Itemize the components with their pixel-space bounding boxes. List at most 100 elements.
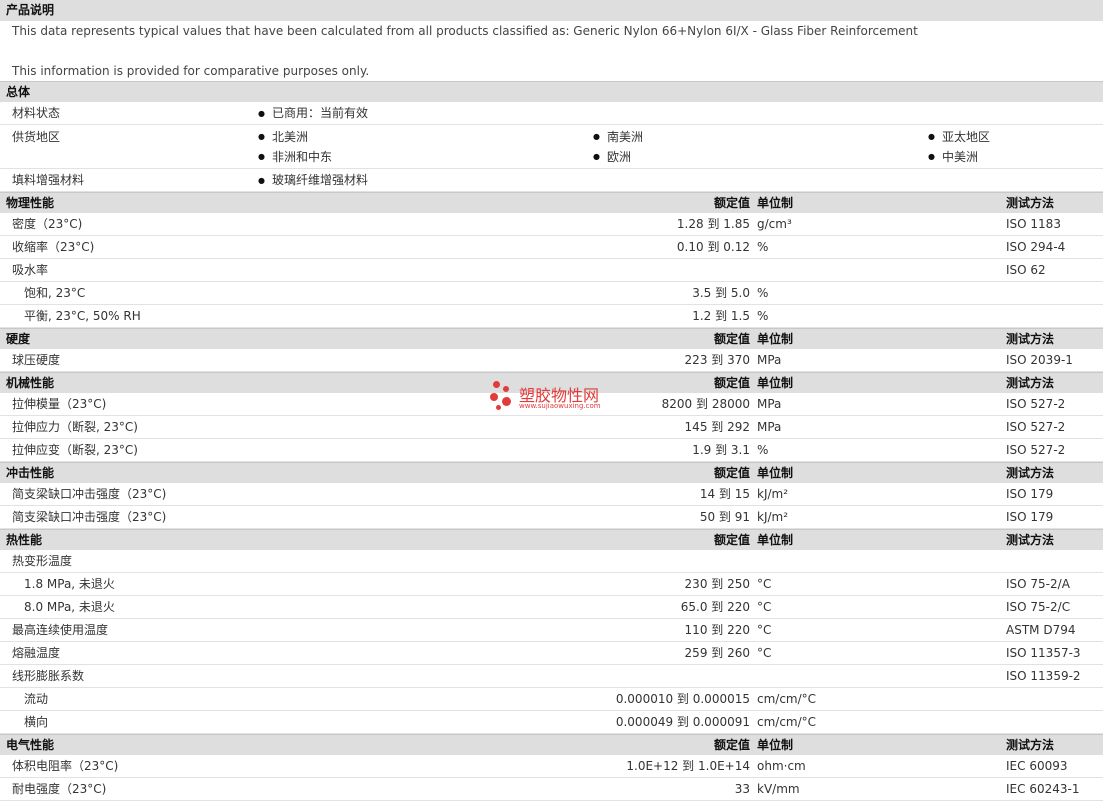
unit-column-header: 单位制	[757, 533, 794, 547]
property-label: 简支梁缺口冲击强度（23°C)	[12, 510, 167, 524]
property-label: 吸水率	[12, 263, 49, 277]
nominal-column-header: 额定值	[713, 738, 750, 752]
test-method: IEC 60243-1	[1006, 782, 1080, 796]
material-status-label: 材料状态	[12, 106, 61, 120]
unit-value: kJ/m²	[757, 510, 789, 524]
nominal-column-header: 额定值	[713, 533, 750, 547]
unit-value: kJ/m²	[757, 487, 789, 501]
property-label: 线形膨胀系数	[12, 669, 85, 683]
property-row: 1.8 MPa, 未退火 230 到 250 °C ISO 75-2/A	[0, 573, 1103, 596]
test-method: ISO 11357-3	[1006, 646, 1081, 660]
nominal-value: 33	[734, 782, 750, 796]
nominal-value: 3.5 到 5.0	[692, 286, 750, 300]
section-header: 热性能 额定值 单位制 测试方法	[0, 529, 1103, 550]
unit-value: %	[757, 443, 769, 457]
unit-value: ohm·cm	[757, 759, 806, 773]
material-status-value: 已商用：当前有效	[258, 102, 368, 125]
unit-value: %	[757, 240, 769, 254]
property-row: 体积电阻率（23°C) 1.0E+12 到 1.0E+14 ohm·cm IEC 60…	[0, 755, 1103, 778]
property-sections: 物理性能 额定值 单位制 测试方法 密度（23°C) 1.28 到 1.85 g/cm³ IS…	[0, 192, 1103, 801]
section-header: 硬度 额定值 单位制 测试方法	[0, 328, 1103, 349]
property-row: 流动 0.000010 到 0.000015 cm/cm/°C	[0, 688, 1103, 711]
test-method: ISO 527-2	[1006, 443, 1066, 457]
test-method: ASTM D794	[1006, 623, 1076, 637]
unit-value: MPa	[757, 420, 782, 434]
nominal-value: 0.000010 到 0.000015	[615, 692, 750, 706]
nominal-value: 1.2 到 1.5	[692, 309, 750, 323]
test-method: ISO 75-2/A	[1006, 577, 1070, 591]
unit-value: cm/cm/°C	[757, 692, 817, 706]
unit-column-header: 单位制	[757, 332, 794, 346]
property-label: 拉伸应变（断裂, 23°C)	[12, 443, 138, 457]
test-method: ISO 179	[1006, 487, 1054, 501]
method-column-header: 测试方法	[1006, 376, 1055, 390]
property-row: 熔融温度 259 到 260 °C ISO 11357-3	[0, 642, 1103, 665]
unit-value: %	[757, 286, 769, 300]
region-item: 欧洲	[593, 147, 631, 167]
unit-value: °C	[757, 646, 772, 660]
section-title: 机械性能	[6, 376, 55, 390]
property-row: 耐电强度（23°C) 33 kV/mm IEC 60243-1	[0, 778, 1103, 801]
unit-column-header: 单位制	[757, 738, 794, 752]
property-label: 熔融温度	[12, 646, 61, 660]
region-item: 非洲和中东	[258, 147, 332, 167]
nominal-value: 230 到 250	[684, 577, 750, 591]
property-label: 拉伸模量（23°C)	[12, 397, 107, 411]
filler-label: 填料增强材料	[12, 173, 85, 187]
property-row: 平衡, 23°C, 50% RH 1.2 到 1.5%	[0, 305, 1103, 328]
nominal-value: 1.0E+12 到 1.0E+14	[626, 759, 750, 773]
nominal-value: 259 到 260	[684, 646, 750, 660]
product-desc-line2: This information is provided for compara…	[12, 64, 370, 78]
nominal-value: 1.9 到 3.1	[692, 443, 750, 457]
property-row: 简支梁缺口冲击强度（23°C) 50 到 91 kJ/m² ISO 179	[0, 506, 1103, 529]
nominal-value: 0.000049 到 0.000091	[615, 715, 750, 729]
test-method: ISO 75-2/C	[1006, 600, 1071, 614]
property-label: 密度（23°C)	[12, 217, 83, 231]
unit-value: kV/mm	[757, 782, 800, 796]
region-item: 南美洲	[593, 127, 643, 147]
section-title: 硬度	[6, 332, 31, 346]
property-row: 拉伸应变（断裂, 23°C) 1.9 到 3.1% ISO 527-2	[0, 439, 1103, 462]
product-desc-line1: This data represents typical values that…	[12, 24, 918, 38]
property-label: 平衡, 23°C, 50% RH	[24, 309, 141, 323]
property-label: 横向	[24, 715, 49, 729]
nominal-value: 223 到 370	[684, 353, 750, 367]
property-label: 拉伸应力（断裂, 23°C)	[12, 420, 138, 434]
unit-value: °C	[757, 600, 772, 614]
method-column-header: 测试方法	[1006, 196, 1055, 210]
property-label: 热变形温度	[12, 554, 73, 568]
test-method: ISO 527-2	[1006, 420, 1066, 434]
property-label: 8.0 MPa, 未退火	[24, 600, 115, 614]
property-row: 密度（23°C) 1.28 到 1.85 g/cm³ ISO 1183	[0, 213, 1103, 236]
nominal-column-header: 额定值	[713, 196, 750, 210]
method-column-header: 测试方法	[1006, 332, 1055, 346]
property-label: 1.8 MPa, 未退火	[24, 577, 115, 591]
section-title: 冲击性能	[6, 466, 55, 480]
property-label: 饱和, 23°C	[24, 286, 86, 300]
unit-value: g/cm³	[757, 217, 792, 231]
nominal-value: 145 到 292	[684, 420, 750, 434]
property-label: 收缩率（23°C)	[12, 240, 95, 254]
test-method: ISO 2039-1	[1006, 353, 1073, 367]
material-status-row: 材料状态 已商用：当前有效	[0, 102, 1103, 125]
property-label: 简支梁缺口冲击强度（23°C)	[12, 487, 167, 501]
section-header: 机械性能 额定值 单位制 测试方法	[0, 372, 1103, 393]
section-title: 热性能	[6, 533, 43, 547]
property-row: 拉伸模量（23°C) 8200 到 28000 MPa ISO 527-2	[0, 393, 1103, 416]
test-method: ISO 179	[1006, 510, 1054, 524]
section-header: 冲击性能 额定值 单位制 测试方法	[0, 462, 1103, 483]
nominal-value: 50 到 91	[699, 510, 750, 524]
section-header: 物理性能 额定值 单位制 测试方法	[0, 192, 1103, 213]
region-item: 中美洲	[928, 147, 978, 167]
nominal-value: 65.0 到 220	[680, 600, 750, 614]
property-row: 球压硬度 223 到 370 MPa ISO 2039-1	[0, 349, 1103, 372]
test-method: ISO 294-4	[1006, 240, 1066, 254]
property-row: 吸水率 ISO 62	[0, 259, 1103, 282]
product-desc-header: 产品说明	[0, 0, 1103, 21]
test-method: ISO 527-2	[1006, 397, 1066, 411]
property-row: 简支梁缺口冲击强度（23°C) 14 到 15 kJ/m² ISO 179	[0, 483, 1103, 506]
property-label: 体积电阻率（23°C)	[12, 759, 119, 773]
unit-value: MPa	[757, 397, 782, 411]
section-header: 电气性能 额定值 单位制 测试方法	[0, 734, 1103, 755]
method-column-header: 测试方法	[1006, 533, 1055, 547]
